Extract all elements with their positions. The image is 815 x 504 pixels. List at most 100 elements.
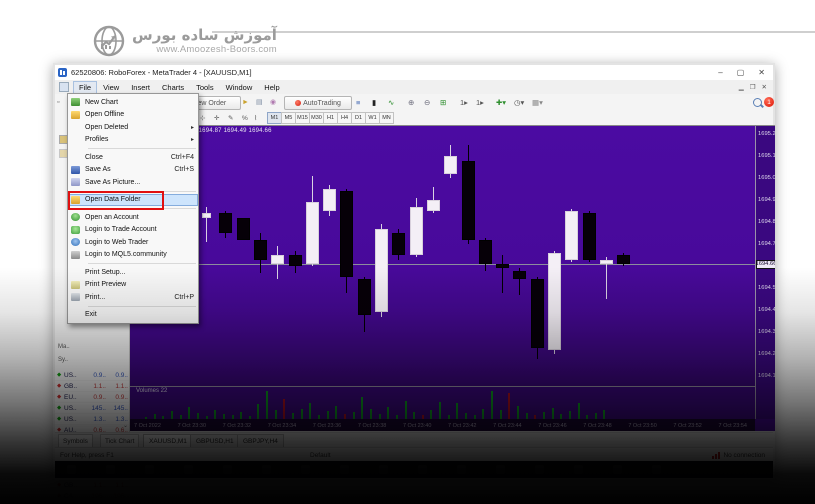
file-menu-item-save-as-picture-[interactable]: Save As Picture...	[68, 176, 198, 189]
timeframe-m30[interactable]: M30	[309, 112, 324, 124]
market-watch-tab-symbols[interactable]: Symbols	[58, 434, 93, 448]
scroll-down-arrow[interactable]: ⌄	[123, 422, 128, 429]
file-menu-item-close[interactable]: CloseCtrl+F4	[68, 151, 198, 164]
timeframe-mn[interactable]: MN	[379, 112, 394, 124]
chart-tab-gbpusd-h1[interactable]: GBPUSD,H1	[190, 434, 240, 448]
toolbar-zoom-in-icon[interactable]: ⊕	[408, 96, 414, 108]
file-menu-item-open-data-folder[interactable]: Open Data Folder	[68, 194, 198, 207]
file-menu-item-open-offline[interactable]: Open Offline	[68, 109, 198, 122]
file-menu-item-login-to-web-trader[interactable]: Login to Web Trader	[68, 236, 198, 249]
file-dropdown-menu: New Chart Open Offline Open Deleted▸Profil…	[67, 93, 199, 324]
menu-insert[interactable]: Insert	[125, 81, 156, 94]
toolbar-tile-windows-icon[interactable]: ⊞	[440, 96, 446, 108]
timeframe-m5[interactable]: M5	[281, 112, 296, 124]
file-menu-item-exit[interactable]: Exit	[68, 309, 198, 322]
market-watch-row[interactable]: ◆GB..1.1..1.1..	[55, 381, 129, 392]
file-menu-item-print-preview[interactable]: Print Preview	[68, 279, 198, 292]
market-watch-row[interactable]: ◆GB..1.1..1.1..	[55, 480, 129, 491]
file-menu-item-login-to-trade-account[interactable]: Login to Trade Account	[68, 224, 198, 237]
price-pane[interactable]: XAUUSD,M1 1694.87 1694.87 1694.49 1694.6…	[130, 126, 755, 386]
file-menu-item-profiles[interactable]: Profiles▸	[68, 134, 198, 147]
notification-badge[interactable]: 1	[764, 97, 774, 107]
drawing-tool-icon[interactable]: %	[242, 112, 248, 124]
drawing-tool-icon[interactable]: ✎	[228, 112, 233, 124]
candlestick	[289, 126, 302, 386]
candlestick	[444, 126, 457, 386]
toolbar-line-chart-icon[interactable]: ∿	[388, 96, 394, 108]
market-watch-row[interactable]: ◆US..1.3..1.3..	[55, 414, 129, 425]
search-icon[interactable]	[753, 98, 762, 107]
maximize-button[interactable]: ▢	[737, 68, 745, 77]
price-tick-label: 1694.15	[758, 373, 775, 379]
volume-bar	[353, 412, 355, 419]
file-menu-item-print-setup-[interactable]: Print Setup...	[68, 266, 198, 279]
chart-tab-gbpjpy-h4[interactable]: GBPJPY,H4	[237, 434, 284, 448]
candle-body	[271, 255, 284, 264]
chart-tab-xauusd-m1[interactable]: XAUUSD,M1	[143, 434, 193, 448]
toolbar-templates-icon[interactable]: ▦▾	[532, 96, 543, 108]
toolbar-icon[interactable]: ▫	[57, 96, 59, 108]
key-icon	[71, 226, 80, 234]
market-watch-row[interactable]: ◆US..0.9..0.9..	[55, 370, 129, 381]
file-menu-item-open-an-account[interactable]: Open an Account	[68, 211, 198, 224]
menu-shortcut: Ctrl+F4	[171, 154, 194, 161]
child-close-button[interactable]: ✕	[762, 83, 767, 91]
toolbar-periods-icon[interactable]: ◷▾	[514, 96, 524, 108]
toolbar-candlestick-chart-icon[interactable]: ▮	[372, 96, 376, 108]
volume-bar	[275, 410, 277, 419]
file-menu-item-new-chart[interactable]: New Chart	[68, 96, 198, 109]
candle-body	[340, 191, 353, 277]
file-menu-label: New Chart	[85, 99, 118, 106]
menu-file[interactable]: File	[73, 81, 97, 94]
autotrading-button[interactable]: AutoTrading	[284, 96, 352, 110]
minimize-button[interactable]: –	[718, 68, 722, 77]
market-watch-row[interactable]: ◆CA..105..105..	[55, 491, 129, 502]
drawing-tool-icon[interactable]: ⌇	[254, 112, 257, 124]
timeframe-h1[interactable]: H1	[323, 112, 338, 124]
file-menu-item-save-as[interactable]: Save AsCtrl+S	[68, 164, 198, 177]
toolbar-indicators-icon[interactable]: ✚▾	[496, 96, 506, 108]
toolbar-print-chart-icon[interactable]: ▤	[256, 96, 263, 108]
chart-window[interactable]: XAUUSD,M1 1694.87 1694.87 1694.49 1694.6…	[130, 125, 775, 431]
close-button[interactable]: ✕	[758, 68, 765, 77]
tick-up-icon: ◆	[57, 405, 64, 411]
volume-pane[interactable]: Volumes 22	[130, 387, 755, 419]
symbol-name: CA..	[64, 493, 84, 500]
toolbar-chart-shift-icon[interactable]: ►	[242, 96, 249, 108]
timeframe-m15[interactable]: M15	[295, 112, 310, 124]
file-menu-item-print-[interactable]: Print...Ctrl+P	[68, 291, 198, 304]
file-menu-label: Open Offline	[85, 111, 124, 118]
toolbar-news-icon[interactable]: ◉	[270, 96, 276, 108]
symbol-column-header: Sy..	[58, 357, 68, 363]
timeframe-w1[interactable]: W1	[365, 112, 380, 124]
file-menu-item-login-to-mql5-community[interactable]: Login to MQL5.community	[68, 249, 198, 262]
bid-value: 1.3..	[84, 416, 106, 423]
file-menu-item-open-deleted[interactable]: Open Deleted▸	[68, 121, 198, 134]
timeframe-d1[interactable]: D1	[351, 112, 366, 124]
drawing-tool-icon[interactable]: ✛	[214, 112, 219, 124]
child-minimize-button[interactable]: ▁	[739, 83, 744, 91]
candle-body	[479, 240, 492, 264]
menu-charts[interactable]: Charts	[156, 81, 190, 94]
volume-bar	[405, 401, 407, 419]
market-watch-row[interactable]: ◆US..145..145..	[55, 403, 129, 414]
time-axis-label: 7 Oct 23:34	[268, 423, 296, 429]
drawing-tool-icon[interactable]: ⊹	[200, 112, 205, 124]
toolbar-bar-chart-icon[interactable]: ≡	[356, 96, 360, 108]
timeframe-h4[interactable]: H4	[337, 112, 352, 124]
time-axis: 7 Oct 20227 Oct 23:307 Oct 23:327 Oct 23…	[130, 419, 755, 431]
taskbar-app-icon	[184, 465, 193, 474]
toolbar-zoom-out-icon[interactable]: ⊖	[424, 96, 430, 108]
toolbar-auto-scroll-icon[interactable]: 1▸	[460, 96, 468, 108]
menu-window[interactable]: Window	[220, 81, 259, 94]
market-watch-row[interactable]: ◆EU..0.9..0.9..	[55, 392, 129, 403]
menu-view[interactable]: View	[97, 81, 125, 94]
volume-bar	[482, 409, 484, 419]
child-restore-button[interactable]: ❐	[750, 83, 756, 91]
candle-wick	[206, 207, 207, 242]
toolbar-chart-shift-end-icon[interactable]: 1▸	[476, 96, 484, 108]
market-watch-tab-tick-chart[interactable]: Tick Chart	[100, 434, 139, 448]
timeframe-m1[interactable]: M1	[267, 112, 282, 124]
menu-help[interactable]: Help	[258, 81, 285, 94]
menu-tools[interactable]: Tools	[190, 81, 220, 94]
